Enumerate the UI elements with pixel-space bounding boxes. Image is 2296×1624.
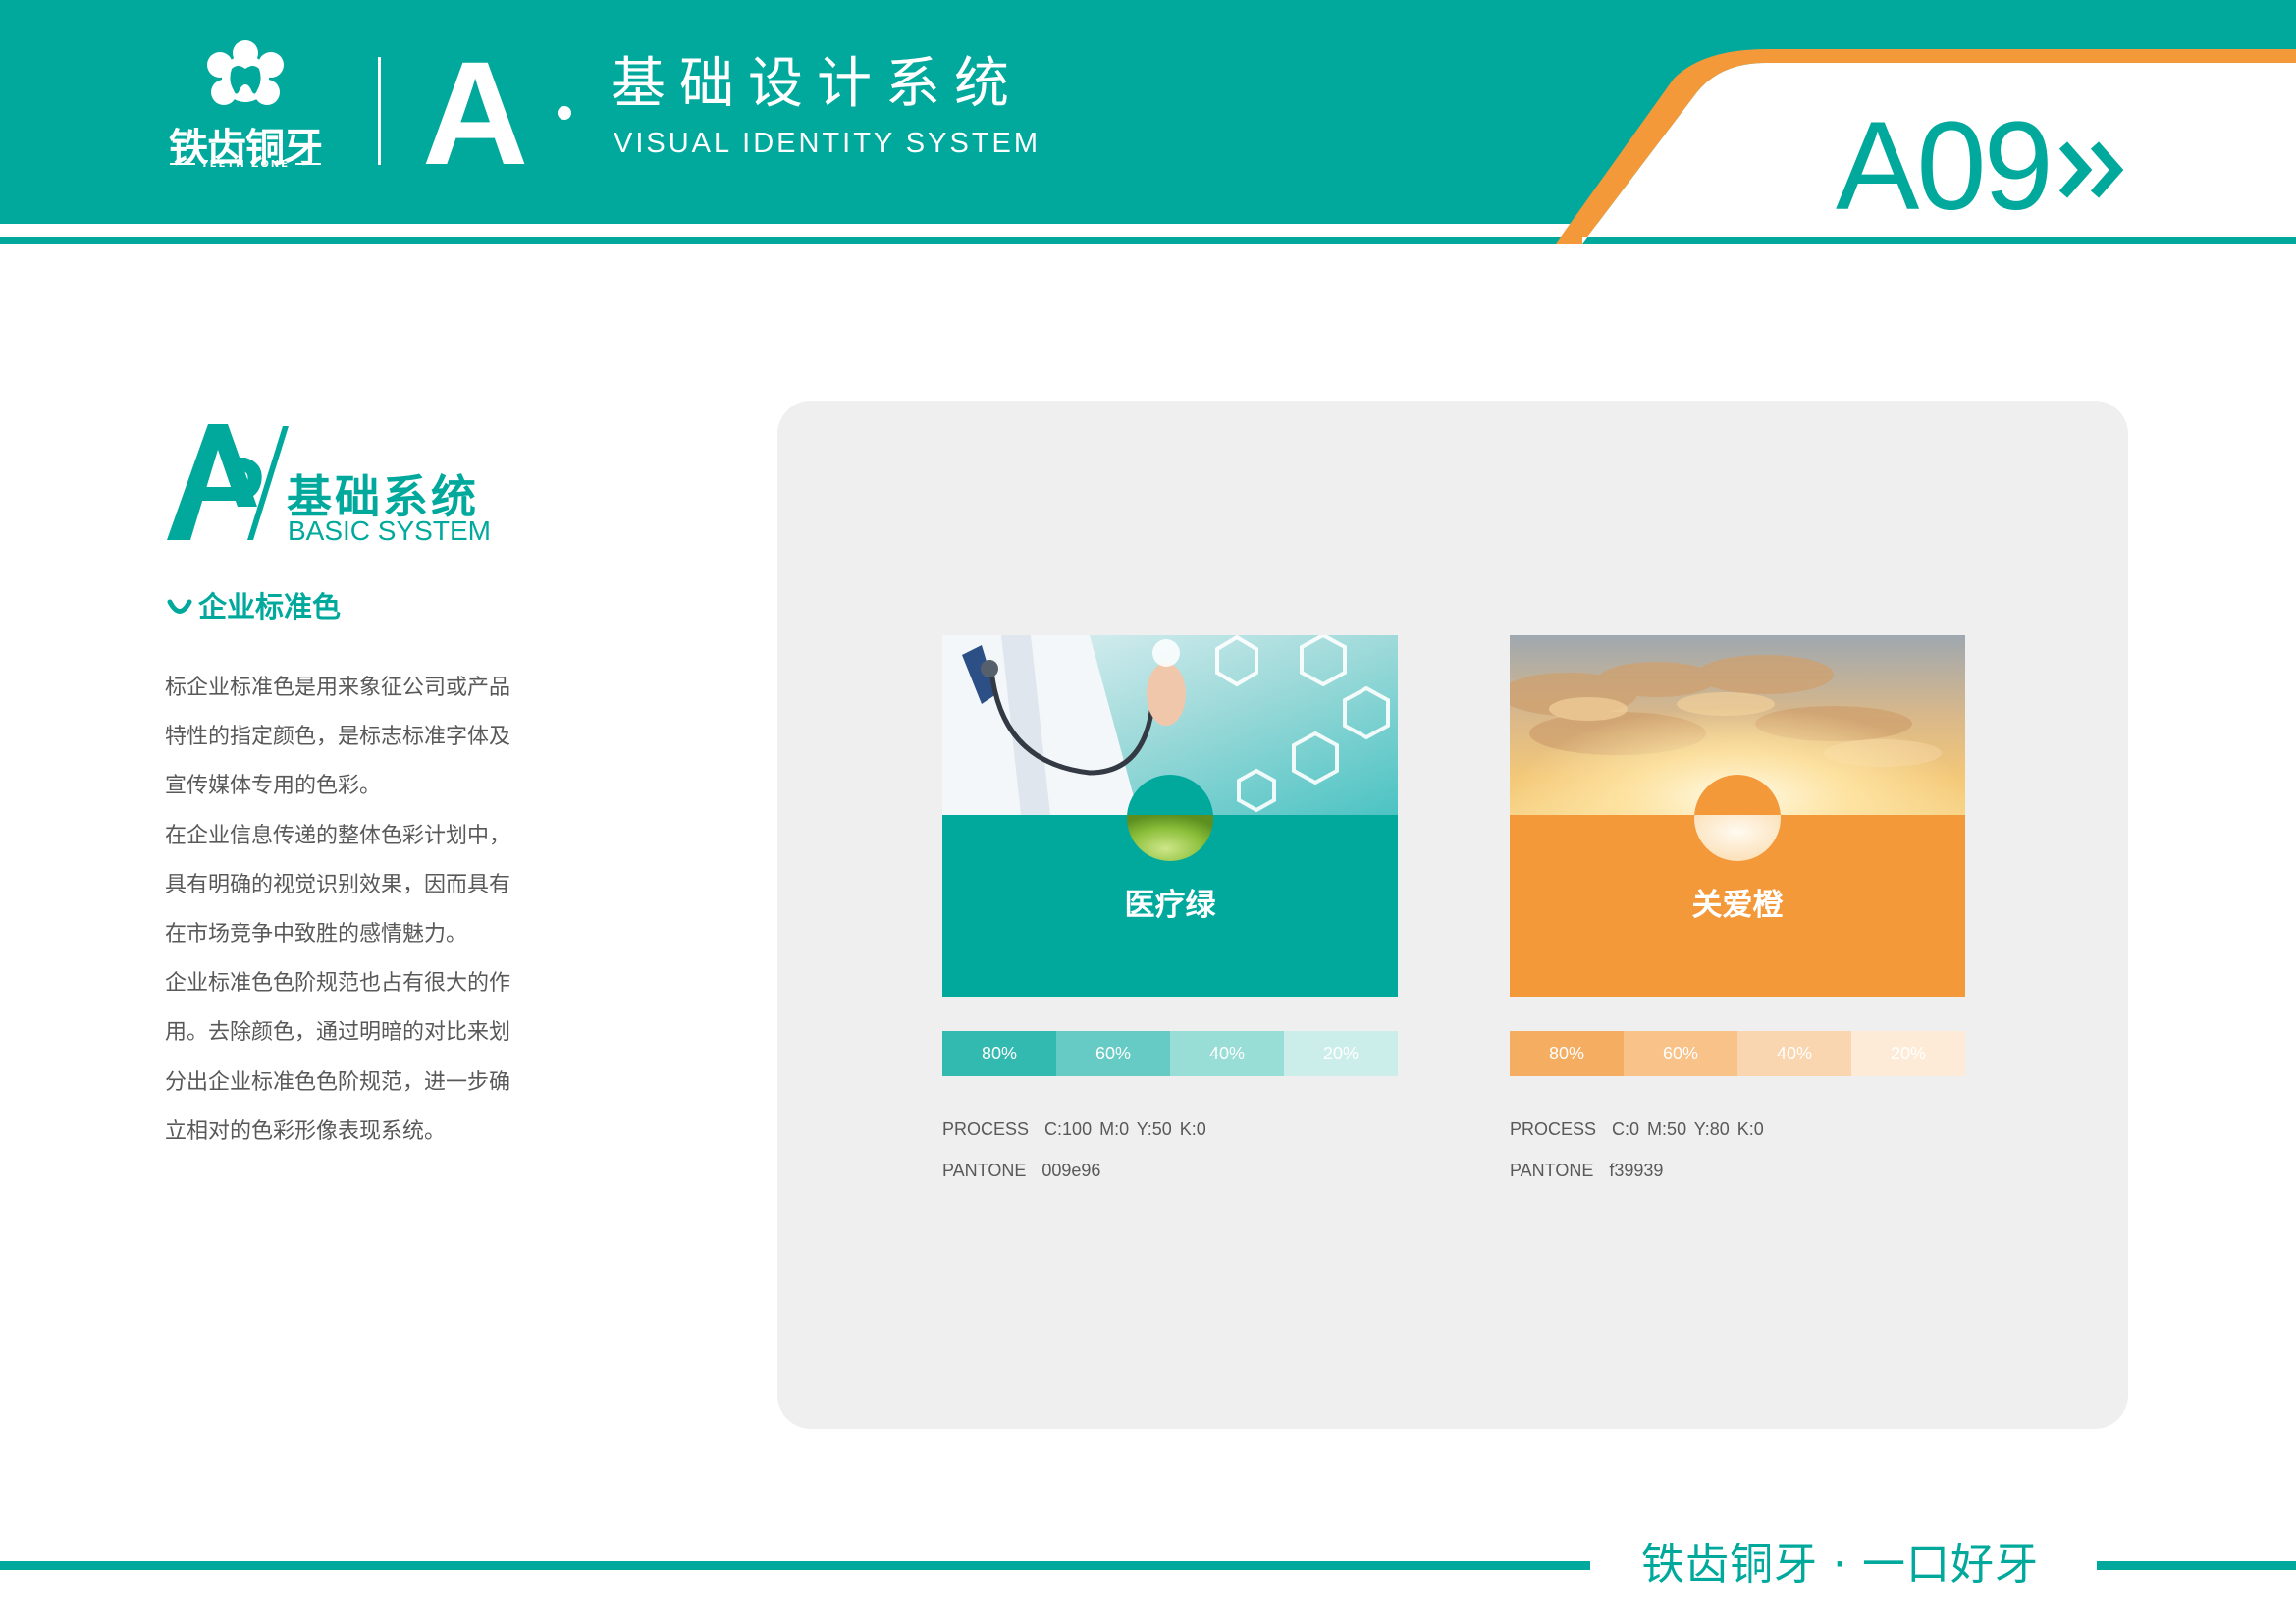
basic-system-title-en: BASIC SYSTEM <box>288 515 491 546</box>
pantone-value: 009e96 <box>1041 1161 1101 1180</box>
tint-80: 80% <box>1510 1031 1624 1076</box>
section-a-mark <box>167 424 289 540</box>
process-label: PROCESS <box>1510 1119 1597 1139</box>
pantone-label: PANTONE <box>1510 1161 1594 1180</box>
page-number: A09 <box>1836 96 2054 237</box>
pantone-value: f39939 <box>1609 1161 1664 1180</box>
tint-20: 20% <box>1284 1031 1398 1076</box>
description-line: 分出企业标准色色阶规范，进一步确 <box>165 1069 511 1095</box>
process-value: C:0 M:50 Y:80 K:0 <box>1612 1119 1764 1139</box>
header-green-underline <box>0 237 2296 244</box>
header-divider <box>378 57 381 165</box>
description-line: 在企业信息传递的整体色彩计划中， <box>165 823 511 848</box>
pantone-spec: PANTONE 009e96 <box>942 1161 1100 1181</box>
description-line: 用。去除颜色，通过明暗的对比来划 <box>165 1020 511 1046</box>
tooth-flower-icon <box>207 40 284 105</box>
footer-slogan: 铁齿铜牙 · 一口好牙 <box>1641 1540 2039 1590</box>
description-line: 宣传媒体专用的色彩。 <box>165 774 382 799</box>
tint-60: 60% <box>1624 1031 1737 1076</box>
section-letter: A <box>422 30 529 195</box>
green-apple-circle <box>1127 775 1213 861</box>
process-label: PROCESS <box>942 1119 1030 1139</box>
double-chevron-right-icon <box>2059 141 2124 198</box>
tint-scale: 80% 60% 40% 20% <box>942 1031 1398 1076</box>
description-line: 具有明确的视觉识别效果，因而具有 <box>165 872 511 897</box>
tint-60: 60% <box>1056 1031 1170 1076</box>
process-spec: PROCESS C:100 M:0 Y:50 K:0 <box>942 1119 1206 1140</box>
tint-40: 40% <box>1737 1031 1851 1076</box>
tint-40: 40% <box>1170 1031 1284 1076</box>
tint-20: 20% <box>1851 1031 1965 1076</box>
description-line: 立相对的色彩形像表现系统。 <box>165 1118 447 1144</box>
swatch-name: 关爱橙 <box>1691 888 1784 923</box>
pantone-label: PANTONE <box>942 1161 1027 1180</box>
description-paragraph: 标企业标准色是用来象征公司或产品 特性的指定颜色，是标志标准字体及 宣传媒体专用… <box>165 664 558 1157</box>
swatch-name: 医疗绿 <box>1124 888 1216 923</box>
description-line: 企业标准色色阶规范也占有很大的作 <box>165 971 511 997</box>
brand-logo: 铁齿铜牙 TEETH ZONE <box>147 39 344 177</box>
description-line: 标企业标准色是用来象征公司或产品 <box>165 676 511 700</box>
pantone-spec: PANTONE f39939 <box>1510 1161 1663 1181</box>
tint-80: 80% <box>942 1031 1056 1076</box>
smile-arc-icon <box>167 599 192 614</box>
footer-rule-left <box>0 1561 1590 1570</box>
description-line: 在市场竞争中致胜的感情魅力。 <box>165 922 468 947</box>
section-dot <box>558 106 571 120</box>
footer-rule-right <box>2097 1561 2296 1570</box>
sun-circle <box>1694 775 1781 861</box>
tint-scale: 80% 60% 40% 20% <box>1510 1031 1965 1076</box>
header-title-en: VISUAL IDENTITY SYSTEM <box>614 128 1041 159</box>
brand-name-en: TEETH ZONE <box>157 159 334 170</box>
header-title-cn: 基础设计系统 <box>611 52 1023 116</box>
process-value: C:100 M:0 Y:50 K:0 <box>1044 1119 1206 1139</box>
description-line: 特性的指定颜色，是标志标准字体及 <box>165 725 511 750</box>
process-spec: PROCESS C:0 M:50 Y:80 K:0 <box>1510 1119 1764 1140</box>
subsection-title: 企业标准色 <box>198 590 342 623</box>
